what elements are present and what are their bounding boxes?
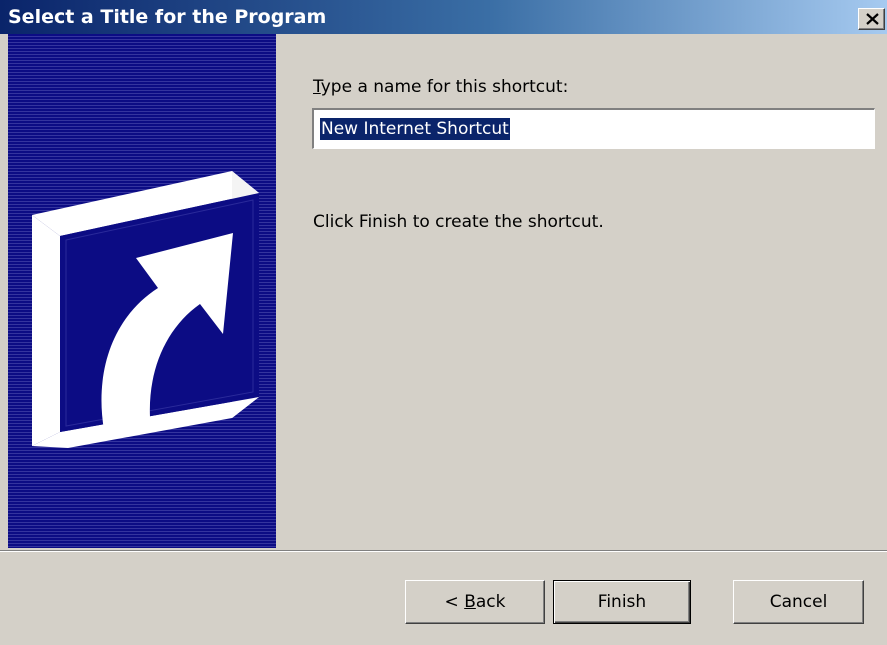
shortcut-arrow-icon xyxy=(32,171,259,448)
shortcut-name-label-text: ype a name for this shortcut: xyxy=(320,77,569,97)
back-button[interactable]: < Back xyxy=(405,580,545,624)
window-title: Select a Title for the Program xyxy=(8,6,327,28)
close-icon xyxy=(866,13,879,25)
finish-hint-text: Click Finish to create the shortcut. xyxy=(313,212,604,232)
close-button[interactable] xyxy=(858,8,885,30)
shortcut-name-value[interactable]: New Internet Shortcut xyxy=(320,118,510,140)
finish-button[interactable]: Finish xyxy=(553,580,691,624)
wizard-banner xyxy=(8,34,276,548)
cancel-button[interactable]: Cancel xyxy=(733,580,864,624)
wizard-dialog: Select a Title for the Program Type a na… xyxy=(0,0,887,645)
button-area-divider xyxy=(0,550,887,552)
title-bar[interactable]: Select a Title for the Program xyxy=(0,0,887,34)
back-button-rest: ack xyxy=(475,592,506,612)
back-accelerator-letter: B xyxy=(464,592,476,612)
accelerator-letter: T xyxy=(313,77,321,97)
shortcut-name-label: Type a name for this shortcut: xyxy=(313,77,568,97)
back-button-prefix: < xyxy=(444,592,465,612)
shortcut-name-input[interactable]: New Internet Shortcut xyxy=(312,108,875,149)
